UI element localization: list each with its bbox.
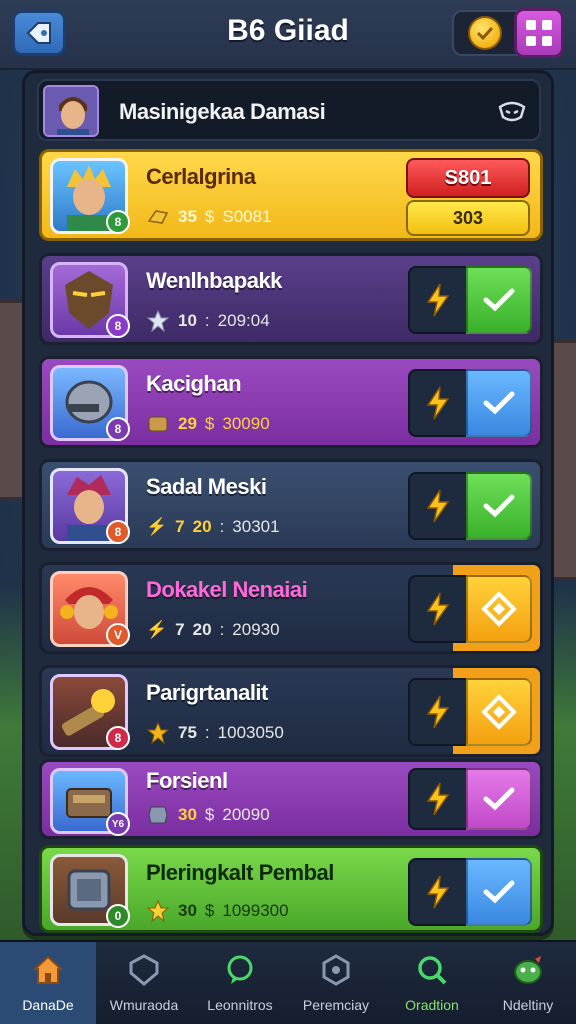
gold-bar-icon <box>147 210 169 224</box>
coin-icon <box>468 16 502 50</box>
checkmark-icon <box>483 880 515 904</box>
lightning-icon <box>426 875 450 909</box>
panel-title: Masinigekaa Damasi <box>119 99 326 124</box>
level-badge: 8 <box>106 520 130 544</box>
grid-dot-icon <box>526 20 536 30</box>
hero-stat: 29 $ 30090 <box>146 411 270 437</box>
gem-icon <box>148 806 168 824</box>
confirm-button[interactable] <box>466 369 532 437</box>
grid-dot-icon <box>542 20 552 30</box>
panel-header: Masinigekaa Damasi <box>37 79 541 141</box>
monster-icon <box>514 956 542 984</box>
nav-chat[interactable]: Leonnitros <box>192 942 288 1024</box>
confirm-button[interactable] <box>466 768 532 830</box>
lightning-icon <box>426 782 450 816</box>
lightning-icon <box>426 695 450 729</box>
hero-stat: ⚡ 7 20 : 30301 <box>146 517 280 536</box>
boost-button[interactable] <box>408 858 468 926</box>
boost-button[interactable] <box>408 369 468 437</box>
currency-button[interactable] <box>452 10 518 56</box>
hero-name: Parigrtanalit <box>146 680 268 705</box>
boost-button[interactable] <box>408 472 468 540</box>
boost-button[interactable] <box>408 266 468 334</box>
hero-name: Kacighan <box>146 371 242 396</box>
hero-name: Dokakel Nenaiai <box>146 577 308 602</box>
checkmark-icon <box>483 288 515 312</box>
grid-menu-button[interactable] <box>514 8 564 58</box>
diamond-icon <box>481 591 517 627</box>
lightning-icon <box>426 592 450 626</box>
home-icon <box>32 955 64 984</box>
star-icon <box>146 899 170 923</box>
checkmark-icon <box>483 494 515 518</box>
hero-row[interactable]: 8 Parigrtanalit 75 : 1003050 <box>39 665 543 757</box>
level-badge: 8 <box>106 210 130 234</box>
hero-row[interactable]: 8 Wenlhbapakk 10 : 209:04 <box>39 253 543 345</box>
bolt-prefix-icon: ⚡ <box>146 517 168 536</box>
lightning-icon <box>426 283 450 317</box>
confirm-button[interactable] <box>466 472 532 540</box>
hero-row[interactable]: 8 Sadal Meski ⚡ 7 20 : 30301 <box>39 459 543 551</box>
hero-stat: 10 : 209:04 <box>146 308 270 334</box>
hero-stat: 35 $ S0081 <box>146 204 272 230</box>
hero-stat: 30 $ 1099300 <box>146 898 289 924</box>
confirm-button[interactable] <box>466 858 532 926</box>
buy-button-secondary[interactable]: 303 <box>406 200 530 236</box>
level-badge: 8 <box>106 726 130 750</box>
boost-button[interactable] <box>408 678 468 746</box>
star-icon <box>146 309 170 333</box>
pet-mask-icon[interactable] <box>497 97 527 125</box>
hero-row[interactable]: 0 Pleringkalt Pembal 30 $ 1099300 <box>39 845 543 933</box>
level-badge: V <box>106 623 130 647</box>
checkmark-icon <box>483 391 515 415</box>
nav-home[interactable]: DanaDe <box>0 942 96 1024</box>
badge-icon <box>322 954 350 986</box>
hero-stat: ⚡ 7 20 : 20930 <box>146 620 280 639</box>
nav-monsters[interactable]: Ndeltiny <box>480 942 576 1024</box>
hero-name: Cerlalgrina <box>146 164 256 189</box>
nav-guild[interactable]: Wmuraoda <box>96 942 192 1024</box>
hero-row[interactable]: V Dokakel Nenaiai ⚡ 7 20 : 20930 <box>39 562 543 654</box>
upgrade-button[interactable] <box>466 575 532 643</box>
star-icon <box>146 721 170 745</box>
player-avatar[interactable] <box>43 85 99 137</box>
boost-button[interactable] <box>408 575 468 643</box>
search-icon <box>418 956 447 985</box>
top-bar: B6 Giiad <box>0 0 576 70</box>
upgrade-button[interactable] <box>466 678 532 746</box>
boost-button[interactable] <box>408 768 468 830</box>
level-badge: 0 <box>106 904 130 928</box>
hero-list-panel: Masinigekaa Damasi 8 Cerlalgrina 35 $ S0… <box>22 70 554 936</box>
level-badge: 8 <box>106 417 130 441</box>
diamond-icon <box>481 694 517 730</box>
hero-name: Wenlhbapakk <box>146 268 282 293</box>
hero-name: Sadal Meski <box>146 474 267 499</box>
grid-dot-icon <box>542 36 552 46</box>
page-title: B6 Giiad <box>227 14 349 47</box>
level-badge: 8 <box>106 314 130 338</box>
hero-stat: 30 $ 20090 <box>146 802 270 828</box>
hero-name: Forsienl <box>146 768 228 793</box>
scroll-icon <box>148 416 168 432</box>
bottom-navigation: DanaDe Wmuraoda Leonnitros Peremciay Ora… <box>0 940 576 1024</box>
lightning-icon <box>426 386 450 420</box>
back-button[interactable] <box>12 10 66 56</box>
checkmark-icon <box>483 787 515 811</box>
confirm-button[interactable] <box>466 266 532 334</box>
hero-row[interactable]: Y6 Forsienl 30 $ 20090 <box>39 759 543 839</box>
grid-dot-icon <box>526 36 536 46</box>
level-badge: Y6 <box>106 812 130 836</box>
chat-icon <box>227 955 253 984</box>
hero-row[interactable]: 8 Cerlalgrina 35 $ S0081 S801 303 <box>39 149 543 241</box>
hero-row[interactable]: 8 Kacighan 29 $ 30090 <box>39 356 543 448</box>
nav-achievements[interactable]: Peremciay <box>288 942 384 1024</box>
nav-search[interactable]: Oradtion <box>384 942 480 1024</box>
lightning-icon <box>426 489 450 523</box>
hero-name: Pleringkalt Pembal <box>146 860 334 885</box>
buy-button-primary[interactable]: S801 <box>406 158 530 198</box>
bolt-prefix-icon: ⚡ <box>146 620 168 639</box>
shield-icon <box>129 954 159 986</box>
back-tag-icon <box>26 22 51 44</box>
hero-stat: 75 : 1003050 <box>146 720 284 746</box>
